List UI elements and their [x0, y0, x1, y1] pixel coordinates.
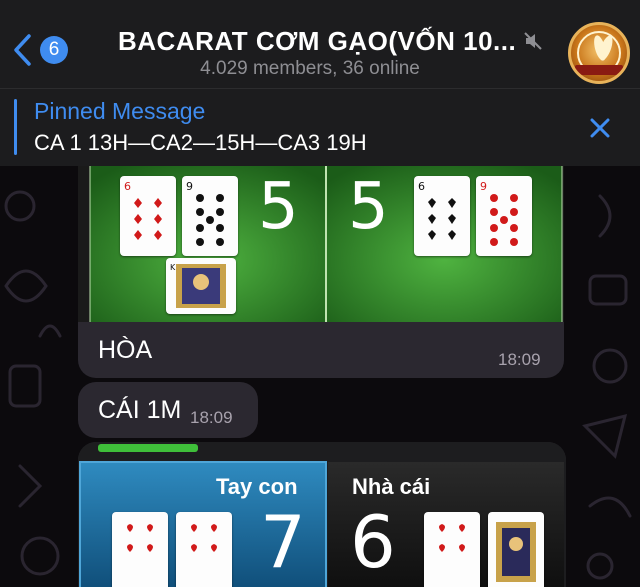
pinned-text: CA 1 13H—CA2—15H—CA3 19H — [34, 130, 367, 155]
banker-label: Nhà cái — [352, 474, 431, 499]
message-time: 18:09 — [190, 408, 233, 427]
message-text: CÁI 1M — [98, 396, 182, 424]
game-result-image[interactable]: 6 9 K 5 5 6 9 — [78, 166, 564, 322]
chat-header: 6 BACARAT CƠM GẠO(VỐN 10... 4.029 member… — [0, 0, 640, 88]
pinned-label: Pinned Message — [34, 98, 206, 124]
playing-card — [176, 512, 232, 587]
chat-title[interactable]: BACARAT CƠM GẠO(VỐN 10... — [118, 26, 516, 57]
svg-text:6: 6 — [124, 180, 131, 193]
pinned-message-bar[interactable]: Pinned Message CA 1 13H—CA2—15H—CA3 19H — [0, 88, 640, 166]
playing-card: 9 — [182, 176, 238, 256]
playing-card — [488, 512, 544, 587]
svg-text:9: 9 — [186, 180, 193, 193]
playing-card: 6 — [120, 176, 176, 256]
player-score: 5 — [258, 170, 299, 244]
pinned-indicator — [14, 99, 17, 155]
message-time: 18:09 — [498, 350, 541, 369]
playing-card: 9 — [476, 176, 532, 256]
chat-area[interactable]: 6 9 K 5 5 6 9 HÒA 18:09 CÁI 1M 18:09 Tay… — [0, 166, 640, 587]
message-bubble[interactable]: HÒA 18:09 — [78, 322, 564, 378]
svg-text:K: K — [170, 263, 176, 272]
message-bubble[interactable]: CÁI 1M 18:09 — [78, 382, 258, 438]
muted-icon — [524, 32, 542, 50]
message-text: HÒA — [98, 336, 153, 364]
banker-score: 5 — [348, 170, 389, 244]
svg-text:9: 9 — [480, 180, 487, 193]
member-count: 4.029 members, 36 online — [200, 58, 420, 79]
close-icon[interactable] — [586, 114, 614, 142]
playing-card: 6 — [414, 176, 470, 256]
player-score: 7 — [260, 500, 306, 584]
player-label: Tay con — [216, 474, 298, 499]
group-avatar[interactable] — [568, 22, 630, 84]
playing-card — [424, 512, 480, 587]
playing-card: K — [166, 258, 236, 314]
playing-card — [112, 512, 168, 587]
svg-text:6: 6 — [418, 180, 425, 193]
game-result-image[interactable]: Tay con Nhà cái 7 6 — [78, 442, 566, 587]
banker-score: 6 — [350, 500, 396, 584]
